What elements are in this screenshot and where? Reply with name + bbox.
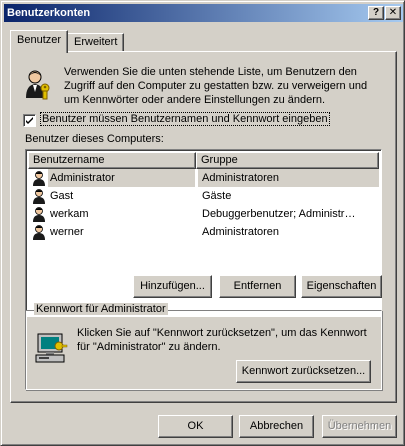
- checkmark-icon: [26, 117, 33, 124]
- intro-text: Verwenden Sie die unten stehende Liste, …: [64, 66, 368, 106]
- user-name: Administrator: [48, 169, 195, 187]
- require-login-checkbox[interactable]: [23, 114, 36, 127]
- computer-icon: [35, 333, 68, 363]
- user-row-werkam[interactable]: werkam Debuggerbenutzer; Administr…: [28, 205, 379, 223]
- user-icon: [33, 189, 45, 204]
- reset-password-button[interactable]: Kennwort zurücksetzen...: [236, 360, 371, 383]
- user-group: Debuggerbenutzer; Administr…: [202, 208, 356, 220]
- user-group: Gäste: [202, 190, 232, 202]
- tab-panel: Verwenden Sie die unten stehende Liste, …: [10, 51, 397, 403]
- column-header-group[interactable]: Gruppe: [196, 152, 379, 169]
- ok-button[interactable]: OK: [158, 415, 233, 438]
- users-list-label: Benutzer dieses Computers:: [25, 133, 164, 145]
- remove-user-button[interactable]: Entfernen: [219, 275, 296, 298]
- user-icon: [33, 225, 45, 240]
- user-name: werner: [50, 226, 84, 238]
- apply-button[interactable]: Übernehmen: [322, 415, 397, 438]
- password-groupbox: Kennwort für Administrator Klicken Sie a…: [25, 303, 382, 390]
- column-header-username[interactable]: Benutzername: [28, 152, 196, 169]
- user-accounts-dialog: Benutzerkonten ? ✕ Benutzer Erweitert Ve…: [0, 0, 405, 446]
- user-row-administrator[interactable]: Administrator Administratoren: [28, 169, 379, 187]
- help-button[interactable]: ?: [368, 6, 384, 20]
- tab-erweitert-label: Erweitert: [74, 36, 118, 48]
- user-icon: [33, 171, 45, 186]
- user-name: Gast: [50, 190, 74, 202]
- add-user-button[interactable]: Hinzufügen...: [133, 275, 212, 298]
- user-row-werner[interactable]: werner Administratoren: [28, 223, 379, 241]
- user-group: Administratoren: [198, 169, 379, 187]
- tab-benutzer[interactable]: Benutzer: [10, 30, 69, 53]
- cancel-button[interactable]: Abbrechen: [239, 415, 314, 438]
- users-keys-icon: [26, 70, 50, 100]
- window-title: Benutzerkonten: [7, 7, 91, 19]
- close-button[interactable]: ✕: [385, 6, 401, 20]
- password-group-text: Klicken Sie auf "Kennwort zurücksetzen",…: [77, 327, 367, 353]
- user-icon: [33, 207, 45, 222]
- require-login-label[interactable]: Benutzer müssen Benutzernamen und Kennwo…: [40, 112, 330, 126]
- tab-erweitert[interactable]: Erweitert: [67, 33, 125, 51]
- user-name: werkam: [50, 208, 89, 220]
- tab-benutzer-label: Benutzer: [17, 34, 62, 46]
- user-group: Administratoren: [202, 226, 280, 238]
- properties-button[interactable]: Eigenschaften: [301, 275, 382, 298]
- password-groupbox-title: Kennwort für Administrator: [34, 303, 168, 315]
- title-bar[interactable]: Benutzerkonten ? ✕: [4, 4, 403, 22]
- user-row-gast[interactable]: Gast Gäste: [28, 187, 379, 205]
